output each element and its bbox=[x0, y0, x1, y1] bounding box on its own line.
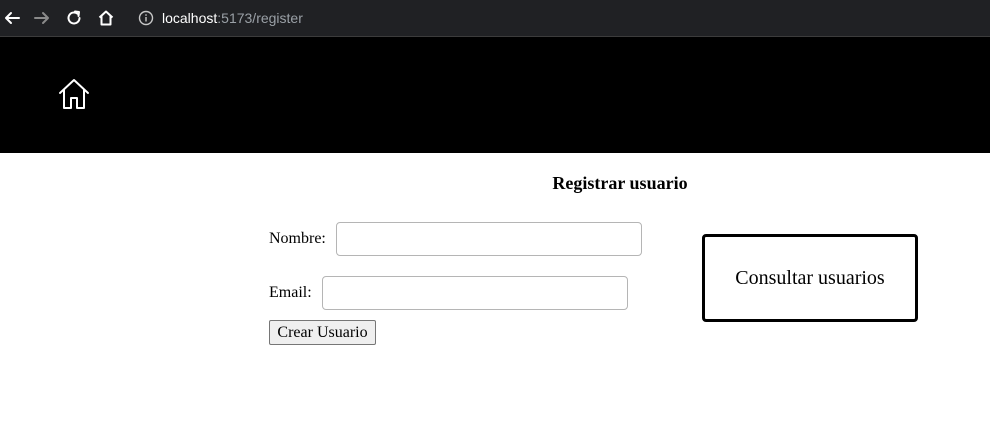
home-icon bbox=[98, 10, 114, 26]
email-label: Email: bbox=[269, 284, 312, 301]
back-button[interactable] bbox=[0, 6, 24, 30]
consultar-usuarios-label: Consultar usuarios bbox=[735, 266, 885, 289]
url-host: localhost bbox=[162, 10, 218, 26]
email-input[interactable] bbox=[322, 276, 628, 310]
browser-toolbar: localhost:5173/register bbox=[0, 0, 990, 37]
site-home-link[interactable] bbox=[57, 77, 91, 111]
arrow-left-icon bbox=[5, 12, 20, 24]
url-path: :5173/register bbox=[217, 10, 303, 26]
home-icon bbox=[59, 79, 89, 109]
browser-home-button[interactable] bbox=[94, 6, 118, 30]
info-icon[interactable] bbox=[138, 10, 154, 26]
crear-usuario-button[interactable]: Crear Usuario bbox=[269, 320, 376, 345]
nombre-input[interactable] bbox=[336, 222, 642, 256]
arrow-right-icon bbox=[34, 12, 49, 24]
forward-button[interactable] bbox=[30, 6, 54, 30]
site-header bbox=[0, 37, 990, 153]
consultar-usuarios-button[interactable]: Consultar usuarios bbox=[702, 234, 918, 322]
reload-button[interactable] bbox=[62, 6, 86, 30]
nombre-label: Nombre: bbox=[269, 230, 326, 247]
address-bar[interactable]: localhost:5173/register bbox=[130, 2, 990, 34]
page-title: Registrar usuario bbox=[552, 173, 688, 193]
reload-icon bbox=[67, 10, 81, 25]
url-text: localhost:5173/register bbox=[162, 10, 303, 26]
